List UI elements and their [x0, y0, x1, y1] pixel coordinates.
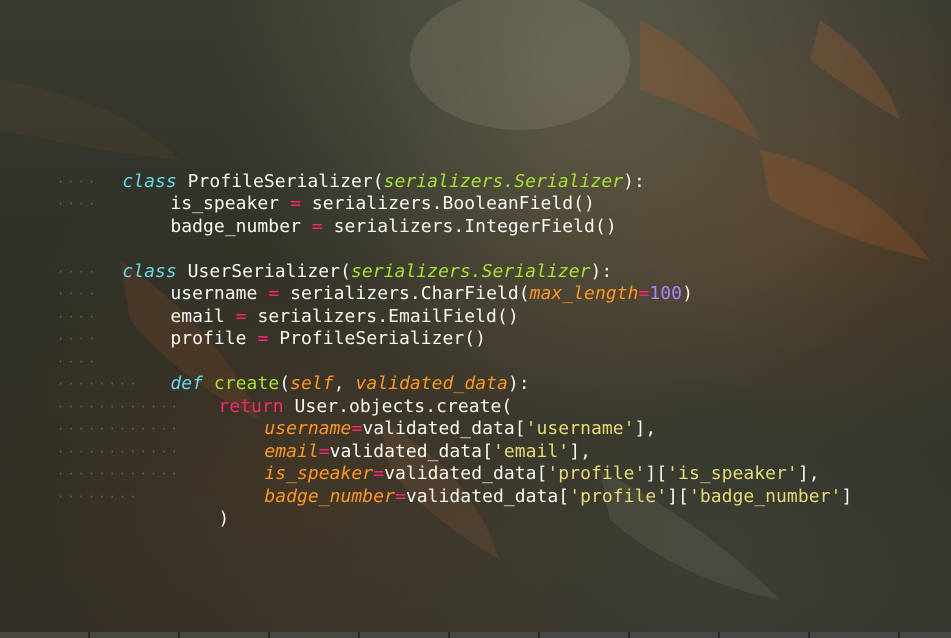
code-editor[interactable]: class ProfileSerializer(serializers.Seri…	[57, 148, 937, 530]
code-line-12: ············ username=validated_data['us…	[57, 396, 937, 440]
code-line-3: ···· badge_number = serializers.IntegerF…	[57, 193, 937, 237]
code-line-14: ············ is_speaker=validated_data['…	[57, 441, 937, 485]
indent-guide: ········	[57, 377, 140, 391]
code-line-2: ···· is_speaker = serializers.BooleanFie…	[57, 171, 937, 215]
code-line-5: class UserSerializer(serializers.Seriali…	[57, 238, 937, 282]
indent-guide: ····	[57, 354, 99, 369]
code-line-8: ···· profile = ProfileSerializer()	[57, 306, 937, 350]
indent-guide: ····	[57, 174, 99, 189]
indent-guide: ····	[57, 197, 99, 211]
indent-guide: ············	[57, 467, 181, 481]
code-line-15: ············ badge_number=validated_data…	[57, 463, 937, 507]
code-line-9: ····	[57, 328, 937, 351]
indent-guide: ····	[57, 309, 99, 324]
indent-guide: ············	[57, 444, 181, 459]
code-line-6: ···· username = serializers.CharField(ma…	[57, 261, 937, 305]
code-line-10: ···· def create(self, validated_data):	[57, 351, 937, 395]
code-line-1: class ProfileSerializer(serializers.Seri…	[57, 148, 937, 192]
indent-guide: ············	[57, 399, 181, 414]
code-line-11: ········ return User.objects.create(	[57, 373, 937, 417]
indent-guide: ····	[57, 287, 99, 301]
indent-guide: ········	[57, 489, 140, 504]
code-line-7: ···· email = serializers.EmailField()	[57, 283, 937, 327]
indent-guide: ············	[57, 422, 181, 436]
bottom-divider	[0, 632, 951, 638]
indent-guide: ····	[57, 264, 99, 279]
indent-guide: ····	[57, 332, 99, 346]
code-line-13: ············ email=validated_data['email…	[57, 418, 937, 462]
paren-close: )	[218, 508, 230, 529]
code-line-16: ········ )	[57, 486, 937, 530]
